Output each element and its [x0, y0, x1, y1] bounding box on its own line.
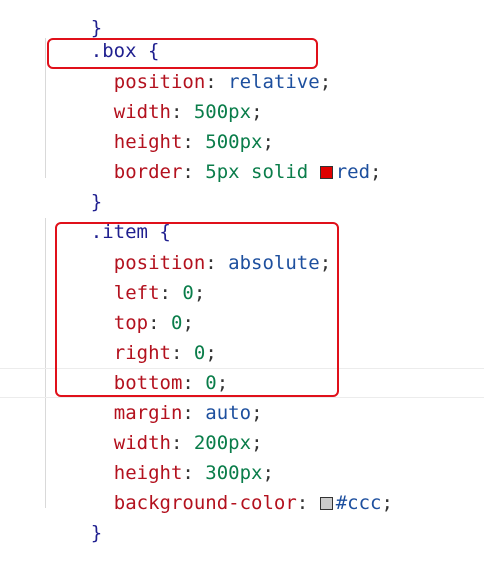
- highlight-box-absolute: [55, 222, 339, 397]
- css-value-color: #ccc: [335, 492, 382, 514]
- code-editor[interactable]: } .box { position: relative; width: 500p…: [0, 0, 484, 544]
- color-swatch-gray[interactable]: [319, 497, 333, 510]
- code-line-decl: height: 300px;: [113, 462, 274, 484]
- color-swatch-red[interactable]: [319, 166, 333, 179]
- code-line-decl: background-color: #ccc;: [113, 492, 393, 514]
- code-line-decl: width: 200px;: [113, 432, 263, 454]
- css-property: background-color: [113, 492, 297, 514]
- css-value-color: red: [335, 161, 371, 183]
- css-property: border: [113, 161, 183, 183]
- highlight-box-relative: [47, 38, 318, 69]
- code-line-box-selector: .box {: [45, 6, 160, 62]
- brace-close: }: [90, 522, 103, 544]
- code-line-decl: width: 500px;: [113, 101, 263, 123]
- code-line-item-selector: .item {: [45, 187, 171, 243]
- code-line-brace: }: [45, 488, 102, 544]
- css-value: 5px solid: [205, 161, 309, 183]
- code-line-decl: border: 5px solid red;: [113, 161, 382, 183]
- code-line-brace: }: [45, 157, 102, 213]
- code-line-decl: height: 500px;: [113, 131, 274, 153]
